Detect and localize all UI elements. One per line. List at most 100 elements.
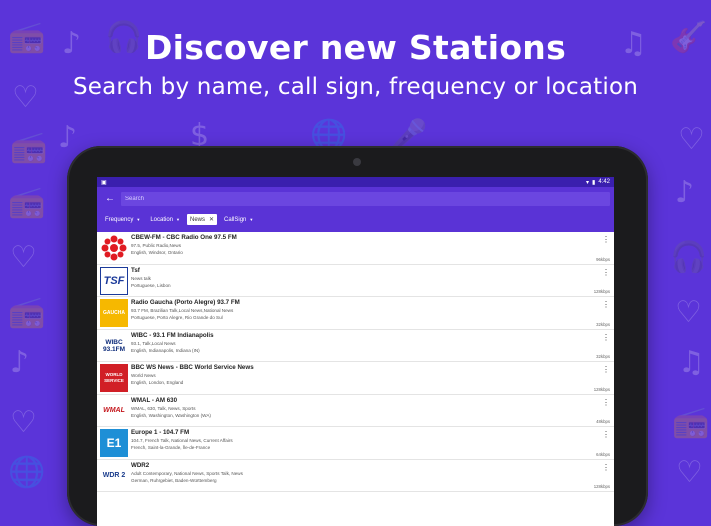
station-location: English, Indianapolis, Indiana (IN) bbox=[131, 347, 200, 353]
station-name: WMAL - AM 630 bbox=[131, 396, 178, 404]
logo-text: E1 bbox=[106, 436, 122, 450]
wdr2-logo-icon: WDR 2 bbox=[100, 461, 128, 490]
caret-down-icon: ▼ bbox=[249, 217, 254, 222]
filter-label: Location bbox=[150, 216, 174, 223]
status-icons: ▾ ▮ 4:42 bbox=[586, 179, 610, 186]
logo-text: WDR 2 bbox=[102, 472, 126, 479]
logo-text: WMAL bbox=[103, 407, 125, 414]
station-location: English, Windsor, Ontario bbox=[131, 250, 183, 255]
station-location: Portuguese, Porto Alegre, Rio Grande do … bbox=[131, 315, 223, 320]
more-options-icon[interactable]: ⋮ bbox=[602, 235, 610, 245]
filter-label: News bbox=[189, 216, 205, 223]
caret-down-icon: ▼ bbox=[136, 217, 141, 222]
station-bitrate: 128kbps bbox=[593, 484, 610, 489]
wmal-logo-icon: WMAL bbox=[100, 396, 128, 425]
subheadline: Search by name, call sign, frequency or … bbox=[72, 74, 639, 100]
station-row[interactable]: E1 Europe 1 - 104.7 FM 104.7, French Tal… bbox=[97, 427, 614, 460]
station-location: English, London, England bbox=[131, 380, 184, 385]
station-location: French, Saint-la-Grande, Île-de-France bbox=[131, 445, 211, 450]
headphones-icon: 🎧 bbox=[670, 240, 708, 275]
station-name: BBC WS News - BBC World Service News bbox=[131, 364, 254, 371]
more-options-icon[interactable]: ⋮ bbox=[602, 398, 610, 408]
more-options-icon[interactable]: ⋮ bbox=[602, 430, 610, 440]
music-note-icon: ♪ bbox=[675, 175, 695, 210]
filter-frequency[interactable]: Frequency ▼ bbox=[102, 214, 143, 225]
more-options-icon[interactable]: ⋮ bbox=[602, 300, 610, 310]
globe-icon: 🌐 bbox=[8, 455, 46, 490]
station-name: Radio Gaucha (Porto Alegre) 93.7 FM bbox=[131, 299, 240, 306]
station-genre: Adult Contemporary, National News, Sport… bbox=[131, 470, 243, 476]
station-row[interactable]: TSF Tsf News talk Portuguese, Lisbon ⋮ 1… bbox=[97, 265, 614, 297]
station-bitrate: 32kbps bbox=[596, 321, 610, 327]
logo-text: WORLD SERVICE bbox=[104, 372, 124, 383]
heart-icon: ♡ bbox=[678, 122, 705, 157]
station-genre: 104.7, French Talk, National News, Curre… bbox=[131, 438, 233, 443]
wifi-icon: ▾ bbox=[585, 179, 589, 186]
status-time: 4:42 bbox=[598, 179, 610, 185]
station-location: English, Washington, Washington (WA) bbox=[131, 412, 211, 418]
station-list: CBEW-FM - CBC Radio One 97.5 FM 97.5, Pu… bbox=[97, 232, 614, 526]
search-input[interactable] bbox=[121, 191, 610, 206]
close-icon[interactable]: ✕ bbox=[209, 216, 214, 223]
station-row[interactable]: WORLD SERVICE BBC WS News - BBC World Se… bbox=[97, 362, 614, 395]
station-row[interactable]: CBEW-FM - CBC Radio One 97.5 FM 97.5, Pu… bbox=[97, 232, 614, 265]
music-note-icon: ♫ bbox=[678, 345, 705, 380]
heart-icon: ♡ bbox=[10, 405, 37, 440]
station-name: WDR2 bbox=[131, 461, 150, 469]
station-bitrate: 64kbps bbox=[596, 451, 610, 457]
more-options-icon[interactable]: ⋮ bbox=[602, 333, 610, 343]
station-genre: World News bbox=[131, 373, 156, 378]
station-bitrate: 128kbps bbox=[593, 386, 610, 392]
station-bitrate: 96kbps bbox=[596, 256, 610, 262]
music-note-icon: ♪ bbox=[10, 345, 30, 380]
station-genre: WMAL, 630, Talk, News, Sports bbox=[131, 405, 196, 411]
camera-icon bbox=[353, 158, 361, 166]
headline: Discover new Stations bbox=[144, 28, 567, 67]
filter-location[interactable]: Location ▼ bbox=[147, 214, 183, 225]
app-bar: ← Frequency▼ Location▼ News✕ CallSign▼ bbox=[97, 187, 614, 232]
station-row[interactable]: GAUCHA Radio Gaucha (Porto Alegre) 93.7 … bbox=[97, 297, 614, 330]
station-row[interactable]: WIBC 93.1FM WIBC - 93.1 FM Indianapolis … bbox=[97, 330, 614, 362]
tsf-logo-icon: TSF bbox=[100, 266, 128, 295]
station-genre: 97.5, Public Radio,News bbox=[131, 243, 182, 248]
status-bar: ▣ ▾ ▮ 4:42 bbox=[97, 177, 614, 187]
filter-news[interactable]: News ✕ bbox=[186, 214, 218, 225]
cbc-logo-icon bbox=[100, 234, 128, 262]
radio-icon: 📻 bbox=[8, 295, 46, 330]
more-options-icon[interactable]: ⋮ bbox=[602, 463, 610, 473]
bbc-logo-icon: WORLD SERVICE bbox=[100, 364, 128, 392]
station-genre: News talk bbox=[131, 275, 151, 281]
station-bitrate: 32kbps bbox=[596, 354, 610, 359]
radio-icon: 📻 bbox=[10, 130, 48, 165]
wibc-logo-icon: WIBC 93.1FM bbox=[100, 331, 128, 360]
heart-icon: ♡ bbox=[676, 455, 703, 490]
back-arrow-icon[interactable]: ← bbox=[103, 192, 117, 206]
station-genre: 93.7 FM, Brazilian Talk,Local News,Natio… bbox=[131, 308, 234, 313]
caret-down-icon: ▼ bbox=[176, 217, 180, 222]
battery-icon: ▮ bbox=[592, 179, 596, 186]
station-bitrate: 48kbps bbox=[596, 419, 610, 424]
filter-callsign[interactable]: CallSign ▼ bbox=[221, 214, 256, 225]
music-note-icon: ♪ bbox=[58, 120, 78, 155]
gaucha-logo-icon: GAUCHA bbox=[100, 299, 128, 327]
logo-text: WIBC 93.1FM bbox=[102, 338, 126, 353]
filter-chips: Frequency ▼ Location ▼ News ✕ CallSign ▼ bbox=[102, 214, 256, 225]
tablet-screen: ▣ ▾ ▮ 4:42 ← Frequency▼ Location▼ News✕ bbox=[97, 177, 614, 526]
tablet-frame: ▣ ▾ ▮ 4:42 ← Frequency▼ Location▼ News✕ bbox=[67, 146, 648, 526]
filter-label: Frequency bbox=[105, 216, 134, 223]
more-options-icon[interactable]: ⋮ bbox=[602, 365, 610, 375]
heart-icon: ♡ bbox=[10, 240, 37, 275]
station-row[interactable]: WDR 2 WDR2 Adult Contemporary, National … bbox=[97, 460, 614, 492]
station-genre: 93.1, Talk,Local News bbox=[131, 340, 176, 346]
station-location: Portuguese, Lisbon bbox=[131, 282, 171, 288]
station-location: German, Ruhrgebiet, Baden-Württemberg bbox=[131, 477, 217, 483]
more-options-icon[interactable]: ⋮ bbox=[602, 268, 610, 278]
notification-icon: ▣ bbox=[101, 179, 107, 186]
logo-text: TSF bbox=[103, 274, 125, 287]
station-row[interactable]: WMAL WMAL - AM 630 WMAL, 630, Talk, News… bbox=[97, 395, 614, 427]
filter-label: CallSign bbox=[224, 216, 247, 223]
station-name: Europe 1 - 104.7 FM bbox=[131, 429, 190, 436]
station-bitrate: 128kbps bbox=[593, 289, 610, 294]
radio-icon: 📻 bbox=[672, 405, 710, 440]
europe1-logo-icon: E1 bbox=[100, 429, 128, 457]
